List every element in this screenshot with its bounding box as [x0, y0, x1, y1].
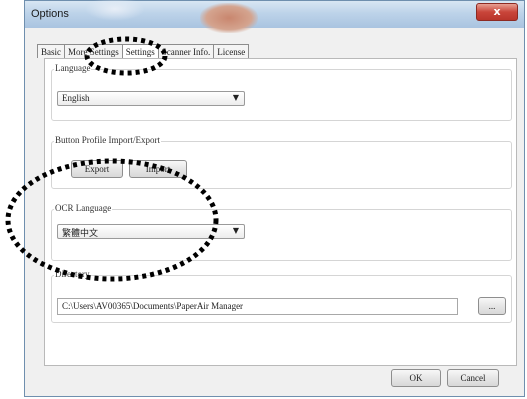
- annotation-oval-ocr: [5, 158, 219, 282]
- annotation-overlay: [5, 36, 219, 282]
- annotation-oval-tab: [84, 36, 168, 76]
